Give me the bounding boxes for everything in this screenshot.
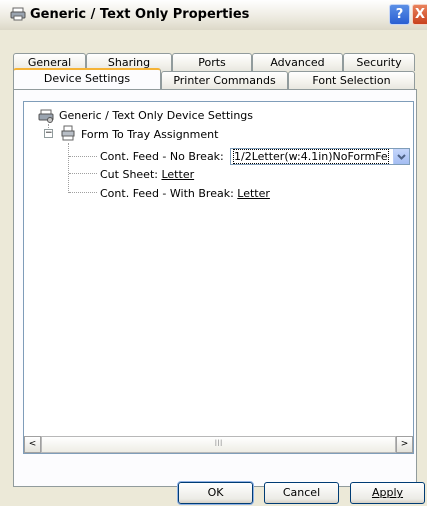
tab-ports[interactable]: Ports [172,53,252,71]
tree-connector [69,192,97,193]
cut-sheet-row[interactable]: Cut Sheet: Letter [100,168,194,181]
tab-font-selection[interactable]: Font Selection [288,71,415,89]
scroll-thumb[interactable]: III [41,436,396,453]
close-button[interactable]: X [412,4,427,25]
tray-icon [60,125,76,144]
scroll-right-button[interactable]: > [396,436,413,453]
tab-advanced[interactable]: Advanced [252,53,343,71]
scroll-left-button[interactable]: < [24,436,41,453]
chevron-down-icon [397,154,406,160]
cont-feed-no-break-select[interactable]: 1/2Letter(w:4.1in)NoFormFeed [230,148,410,165]
cont-feed-no-break-label[interactable]: Cont. Feed - No Break: [100,150,224,163]
apply-label: Apply [371,486,404,499]
title-bar[interactable]: Generic / Text Only Properties ? X [0,0,427,30]
cont-feed-with-break-label: Cont. Feed - With Break: [100,187,234,200]
printer-settings-icon [38,109,54,126]
cont-feed-with-break-row[interactable]: Cont. Feed - With Break: Letter [100,187,270,200]
ok-button[interactable]: OK [177,481,254,505]
printer-icon [10,7,26,21]
collapse-toggle[interactable]: − [44,129,53,138]
tree-group-label[interactable]: Form To Tray Assignment [81,128,218,141]
tree-connector [69,156,97,157]
cancel-button[interactable]: Cancel [264,482,339,504]
properties-dialog: Generic / Text Only Properties ? X Gener… [0,0,427,506]
tree-root-label[interactable]: Generic / Text Only Device Settings [59,109,253,122]
window-title: Generic / Text Only Properties [30,7,250,22]
help-button[interactable]: ? [389,4,410,25]
apply-button[interactable]: Apply [350,482,425,504]
tab-device-settings[interactable]: Device Settings [13,68,161,89]
combo-value: 1/2Letter(w:4.1in)NoFormFeed [233,149,389,164]
horizontal-scrollbar[interactable]: < III > [24,436,413,453]
tree-connector [69,173,97,174]
cont-feed-with-break-value[interactable]: Letter [237,187,270,200]
dropdown-button[interactable] [393,149,409,164]
tab-security[interactable]: Security [343,53,415,71]
cut-sheet-label: Cut Sheet: [100,168,158,181]
cut-sheet-value[interactable]: Letter [161,168,194,181]
tree-connector [68,143,69,193]
tab-printer-commands[interactable]: Printer Commands [161,71,288,89]
